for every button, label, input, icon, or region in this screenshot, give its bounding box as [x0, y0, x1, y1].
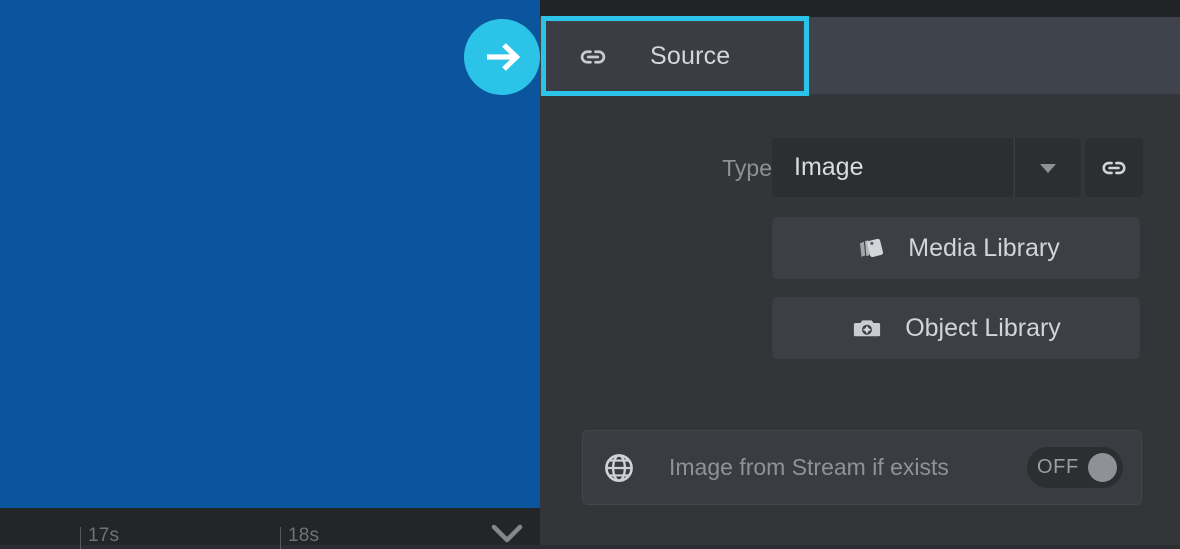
- type-label: Type: [722, 155, 772, 181]
- image-from-stream-row[interactable]: Image from Stream if exists OFF: [582, 430, 1142, 505]
- object-library-button[interactable]: Object Library: [772, 297, 1140, 359]
- preview-pane: 17s 18s: [0, 0, 540, 549]
- type-select[interactable]: Image: [772, 138, 1013, 197]
- globe-icon: [601, 450, 637, 486]
- type-select-value: Image: [794, 153, 864, 181]
- properties-panel: Source Type Image Media Library Object L…: [540, 0, 1180, 545]
- type-link-button[interactable]: [1085, 138, 1143, 197]
- timeline-strip[interactable]: 17s 18s: [0, 508, 540, 549]
- tab-source-label: Source: [650, 42, 731, 70]
- timeline-tick: 18s: [279, 525, 320, 549]
- image-from-stream-label: Image from Stream if exists: [669, 454, 949, 480]
- panel-titlebar: [540, 0, 1180, 17]
- media-library-label: Media Library: [908, 233, 1060, 262]
- image-from-stream-toggle[interactable]: OFF: [1027, 447, 1123, 488]
- link-icon: [576, 40, 610, 74]
- chevron-down-icon[interactable]: [484, 522, 530, 546]
- video-preview-canvas[interactable]: [0, 0, 540, 508]
- media-stack-icon: [852, 231, 886, 265]
- toggle-knob[interactable]: [1088, 453, 1117, 482]
- camera-icon: [851, 312, 883, 344]
- type-row: Type Image: [540, 138, 1180, 198]
- caret-down-icon[interactable]: [1014, 138, 1081, 197]
- timeline-tick: 17s: [79, 525, 120, 549]
- link-icon: [1098, 152, 1130, 184]
- toggle-state-label: OFF: [1037, 456, 1079, 478]
- panel-tabbar: Source: [540, 17, 1180, 95]
- tab-source[interactable]: Source: [546, 22, 803, 91]
- object-library-label: Object Library: [905, 313, 1061, 342]
- arrow-right-icon: [464, 19, 540, 95]
- media-library-button[interactable]: Media Library: [772, 217, 1140, 279]
